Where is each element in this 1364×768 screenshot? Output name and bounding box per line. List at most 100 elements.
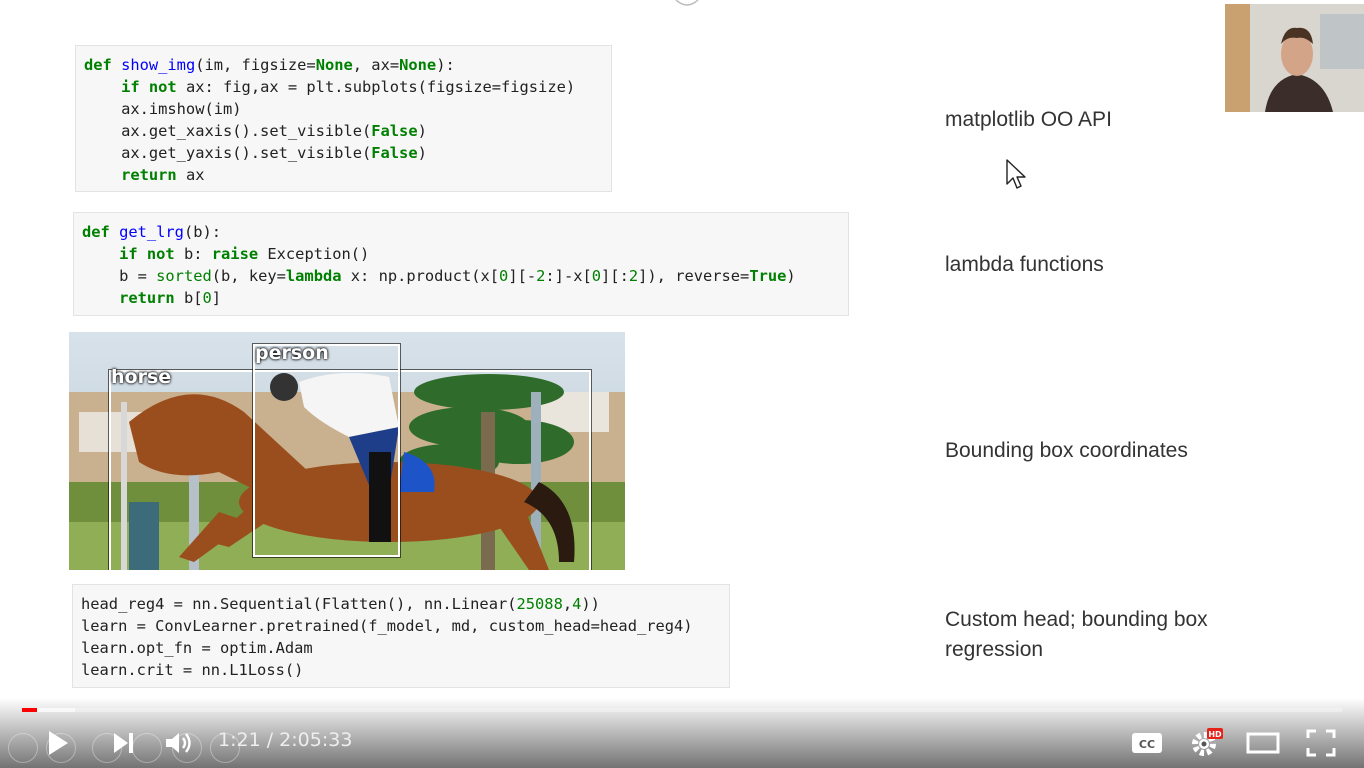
time-display: 1:21 / 2:05:33: [218, 729, 352, 751]
code-token: b:: [174, 245, 212, 263]
code-token: return: [119, 289, 175, 307]
code-token: 0: [591, 267, 602, 285]
code-token: return: [121, 166, 177, 184]
code-line: if not ax: fig,ax = plt.subplots(figsize…: [84, 76, 603, 98]
webcam-overlay: [1225, 4, 1364, 112]
settings-icon: HD: [1192, 728, 1223, 756]
code-cell-show-img: def show_img(im, figsize=None, ax=None):…: [75, 45, 612, 192]
code-line: return b[0]: [82, 287, 840, 309]
code-line: head_reg4 = nn.Sequential(Flatten(), nn.…: [81, 593, 721, 615]
time-separator: /: [260, 729, 280, 751]
horse-box-label: horse: [111, 366, 172, 388]
settings-button[interactable]: HD: [1188, 728, 1224, 758]
progress-played: [22, 708, 37, 712]
code-token: get_lrg: [119, 223, 184, 241]
code-token: True: [749, 267, 787, 285]
code-token: ): [786, 267, 796, 285]
code-token: b =: [82, 267, 157, 285]
code-token: sorted: [156, 267, 212, 285]
captions-icon: CC: [1132, 733, 1162, 753]
code-token: b[: [174, 289, 203, 307]
code-token: 0: [499, 267, 509, 285]
code-token: ):: [436, 56, 455, 74]
code-token: Exception(): [258, 245, 370, 263]
code-token: (im, figsize=: [195, 56, 316, 74]
code-token: raise: [211, 245, 259, 263]
code-token: (b, key=: [211, 267, 286, 285]
code-token: if not: [119, 245, 175, 263]
code-line: return ax: [84, 164, 603, 186]
code-token: False: [371, 122, 418, 140]
play-button[interactable]: [40, 728, 76, 758]
progress-bar[interactable]: [22, 708, 1342, 712]
code-line: ax.get_yaxis().set_visible(False): [84, 142, 603, 164]
code-line: b = sorted(b, key=lambda x: np.product(x…: [82, 265, 840, 287]
code-token: 25088: [516, 595, 563, 613]
slide: def show_img(im, figsize=None, ax=None):…: [0, 0, 1364, 768]
hd-badge: HD: [1208, 730, 1222, 739]
person-bounding-box: [253, 344, 400, 557]
ghost-circle-1-icon: [8, 733, 38, 763]
code-token: def: [82, 223, 120, 241]
note-custom-head-line2: regression: [945, 638, 1044, 661]
captions-button[interactable]: CC: [1129, 728, 1165, 758]
next-button[interactable]: [106, 728, 142, 758]
theater-mode-button[interactable]: [1245, 728, 1281, 758]
code-token: )): [581, 595, 600, 613]
fullscreen-button[interactable]: [1303, 728, 1339, 758]
player-controls: 1:21 / 2:05:33 CC HD: [0, 698, 1364, 768]
theater-icon: [1246, 732, 1280, 754]
code-token: x: np.product(x[: [341, 267, 500, 285]
code-token: ,: [562, 595, 573, 613]
code-token: 0: [202, 289, 212, 307]
code-token: ][-: [508, 267, 537, 285]
code-line: def show_img(im, figsize=None, ax=None):: [84, 54, 603, 76]
code-line: ax.imshow(im): [84, 98, 603, 120]
code-token: ax.get_xaxis().set_visible(: [84, 122, 372, 140]
code-token: None: [315, 56, 353, 74]
duration: 2:05:33: [279, 729, 353, 751]
code-token: 4: [572, 595, 582, 613]
volume-button[interactable]: [162, 728, 198, 758]
play-icon: [49, 731, 68, 755]
current-time: 1:21: [218, 729, 261, 751]
code-line: ax.get_xaxis().set_visible(False): [84, 120, 603, 142]
note-lambda-functions: lambda functions: [945, 253, 1104, 276]
code-token: None: [399, 56, 437, 74]
code-token: ax: fig,ax = plt.subplots(figsize=figsiz…: [176, 78, 576, 96]
code-token: , ax=: [352, 56, 400, 74]
code-token: learn.crit = nn.L1Loss(): [81, 661, 304, 679]
code-token: learn.opt_fn = optim.Adam: [81, 639, 313, 657]
code-token: ]: [211, 289, 222, 307]
mouse-cursor-icon: [1006, 159, 1026, 189]
person-box-label: person: [255, 342, 329, 364]
note-oo-api: matplotlib OO API: [945, 108, 1112, 131]
volume-icon: [166, 733, 191, 753]
cc-label: CC: [1139, 738, 1155, 751]
presenter-video: [1225, 4, 1364, 112]
code-token: ): [417, 122, 427, 140]
next-icon: [114, 733, 133, 753]
code-line: if not b: raise Exception(): [82, 243, 840, 265]
code-token: 2: [536, 267, 546, 285]
code-token: ax.imshow(im): [84, 100, 242, 118]
code-token: head_reg4 = nn.Sequential(Flatten(), nn.…: [81, 595, 517, 613]
code-token: ): [417, 144, 427, 162]
code-token: :]-x[: [545, 267, 592, 285]
note-custom-head-line1: Custom head; bounding box: [945, 608, 1208, 631]
fullscreen-icon: [1306, 729, 1336, 757]
code-token: def: [84, 56, 122, 74]
code-token: show_img: [121, 56, 196, 74]
code-token: ][:: [601, 267, 629, 285]
code-token: 2: [628, 267, 639, 285]
code-token: ]), reverse=: [638, 267, 750, 285]
note-custom-head: Custom head; bounding box regression: [945, 605, 1208, 665]
slide-top-mark: [675, 0, 699, 6]
code-line: learn.opt_fn = optim.Adam: [81, 637, 721, 659]
code-token: ax: [176, 166, 205, 184]
code-token: False: [371, 144, 418, 162]
